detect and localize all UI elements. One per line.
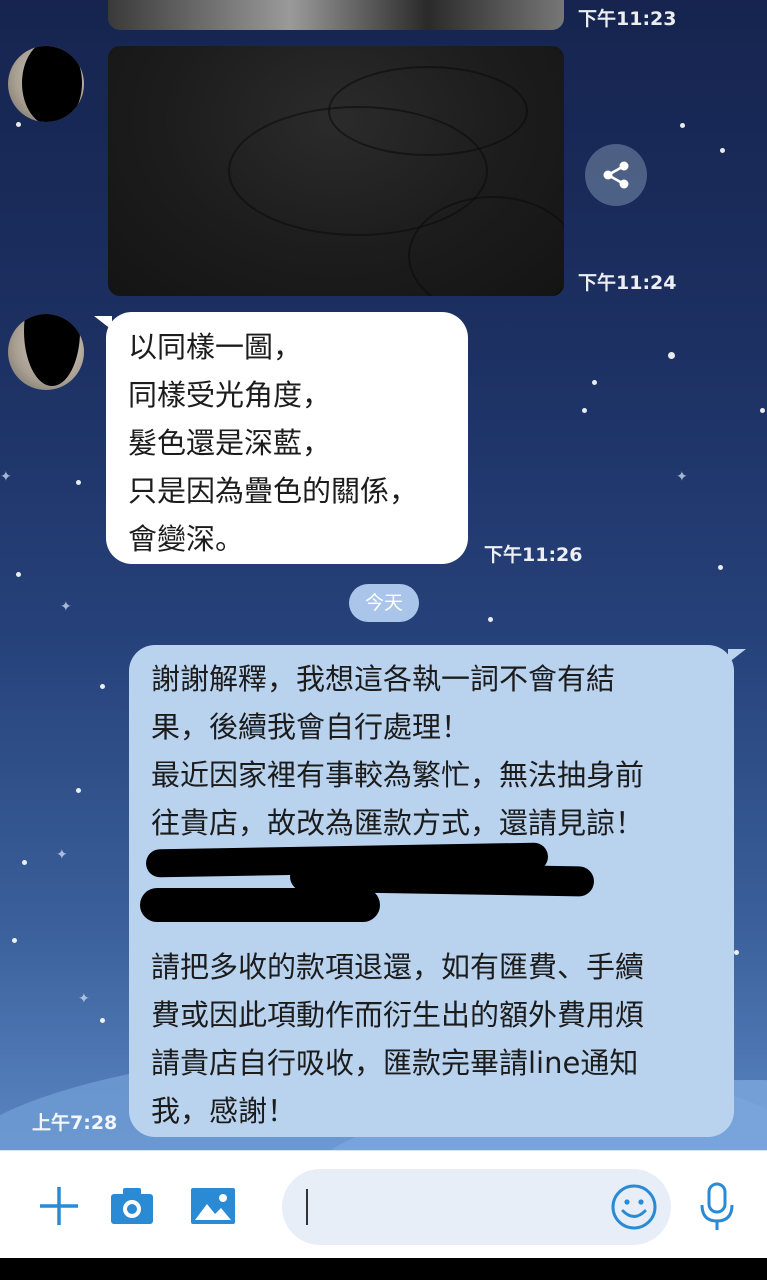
incoming-message-bubble[interactable]: 以同樣一圖， 同樣受光角度， 髮色還是深藍， 只是因為疊色的關係， 會變深。 xyxy=(94,312,468,564)
message-line: 請把多收的款項退還，如有匯費、手續 xyxy=(151,950,645,984)
star-decoration xyxy=(100,684,105,689)
plus-icon xyxy=(40,1187,78,1225)
avatar[interactable] xyxy=(8,314,84,390)
redaction xyxy=(24,314,80,386)
star-decoration xyxy=(592,380,597,385)
message-time: 上午7:28 xyxy=(32,1112,118,1134)
message-line: 會變深。 xyxy=(128,522,245,556)
bubble-tail xyxy=(94,316,112,330)
image-icon xyxy=(191,1188,235,1224)
star-decoration xyxy=(22,860,27,865)
plus-button[interactable] xyxy=(36,1183,82,1229)
star-decoration xyxy=(760,408,765,413)
star-decoration xyxy=(12,938,17,943)
message-time: 下午11:26 xyxy=(484,544,583,566)
message-line: 同樣受光角度， xyxy=(128,378,332,412)
message-line: 只是因為疊色的關係， xyxy=(128,474,419,508)
emoji-icon xyxy=(611,1184,657,1230)
message-time: 下午11:24 xyxy=(578,272,677,294)
text-caret xyxy=(306,1189,308,1225)
star-decoration xyxy=(76,788,81,793)
message-line: 髮色還是深藍， xyxy=(128,426,332,460)
input-bar xyxy=(0,1150,767,1258)
message-line: 我，感謝！ xyxy=(151,1094,297,1128)
message-line: 最近因家裡有事較為繁忙，無法抽身前 xyxy=(151,758,645,792)
bubble-tail xyxy=(728,649,746,663)
star-decoration xyxy=(668,352,675,359)
avatar[interactable] xyxy=(8,46,84,122)
star-decoration xyxy=(680,123,685,128)
message-line: 果，後續我會自行處理！ xyxy=(151,710,471,744)
share-button[interactable] xyxy=(585,144,647,206)
message-line: 以同樣一圖， xyxy=(128,330,303,364)
gallery-button[interactable] xyxy=(188,1183,238,1229)
sparkle-decoration: ✦ xyxy=(60,599,72,615)
star-decoration xyxy=(16,122,21,127)
emoji-button[interactable] xyxy=(608,1181,660,1233)
photo-detail xyxy=(328,66,528,156)
star-decoration xyxy=(100,1018,105,1023)
date-divider: 今天 xyxy=(349,584,419,622)
message-time: 下午11:23 xyxy=(578,8,677,30)
star-decoration xyxy=(16,572,21,577)
message-line: 請貴店自行吸收，匯款完畢請line通知 xyxy=(151,1046,639,1080)
sparkle-decoration: ✦ xyxy=(0,469,12,485)
message-line: 費或因此項動作而衍生出的額外費用煩 xyxy=(151,998,645,1032)
share-icon xyxy=(603,161,629,189)
sparkle-decoration: ✦ xyxy=(56,847,68,863)
camera-button[interactable] xyxy=(108,1183,156,1229)
sparkle-decoration: ✦ xyxy=(78,991,90,1007)
message-line: 往貴店，故改為匯款方式，還請見諒！ xyxy=(151,806,645,840)
sparkle-decoration: ✦ xyxy=(676,469,688,485)
star-decoration xyxy=(720,148,725,153)
star-decoration xyxy=(734,950,739,955)
redaction xyxy=(140,888,380,922)
star-decoration xyxy=(76,480,81,485)
system-navigation-strip xyxy=(0,1258,767,1280)
microphone-icon xyxy=(700,1182,734,1230)
message-line: 謝謝解釋，我想這各執一詞不會有結 xyxy=(151,662,616,696)
camera-icon xyxy=(111,1188,153,1224)
redaction xyxy=(22,46,82,122)
photo-message[interactable] xyxy=(108,0,564,30)
star-decoration xyxy=(488,617,493,622)
star-decoration xyxy=(718,565,723,570)
photo-message[interactable] xyxy=(108,46,564,296)
voice-button[interactable] xyxy=(694,1179,740,1235)
star-decoration xyxy=(582,408,587,413)
